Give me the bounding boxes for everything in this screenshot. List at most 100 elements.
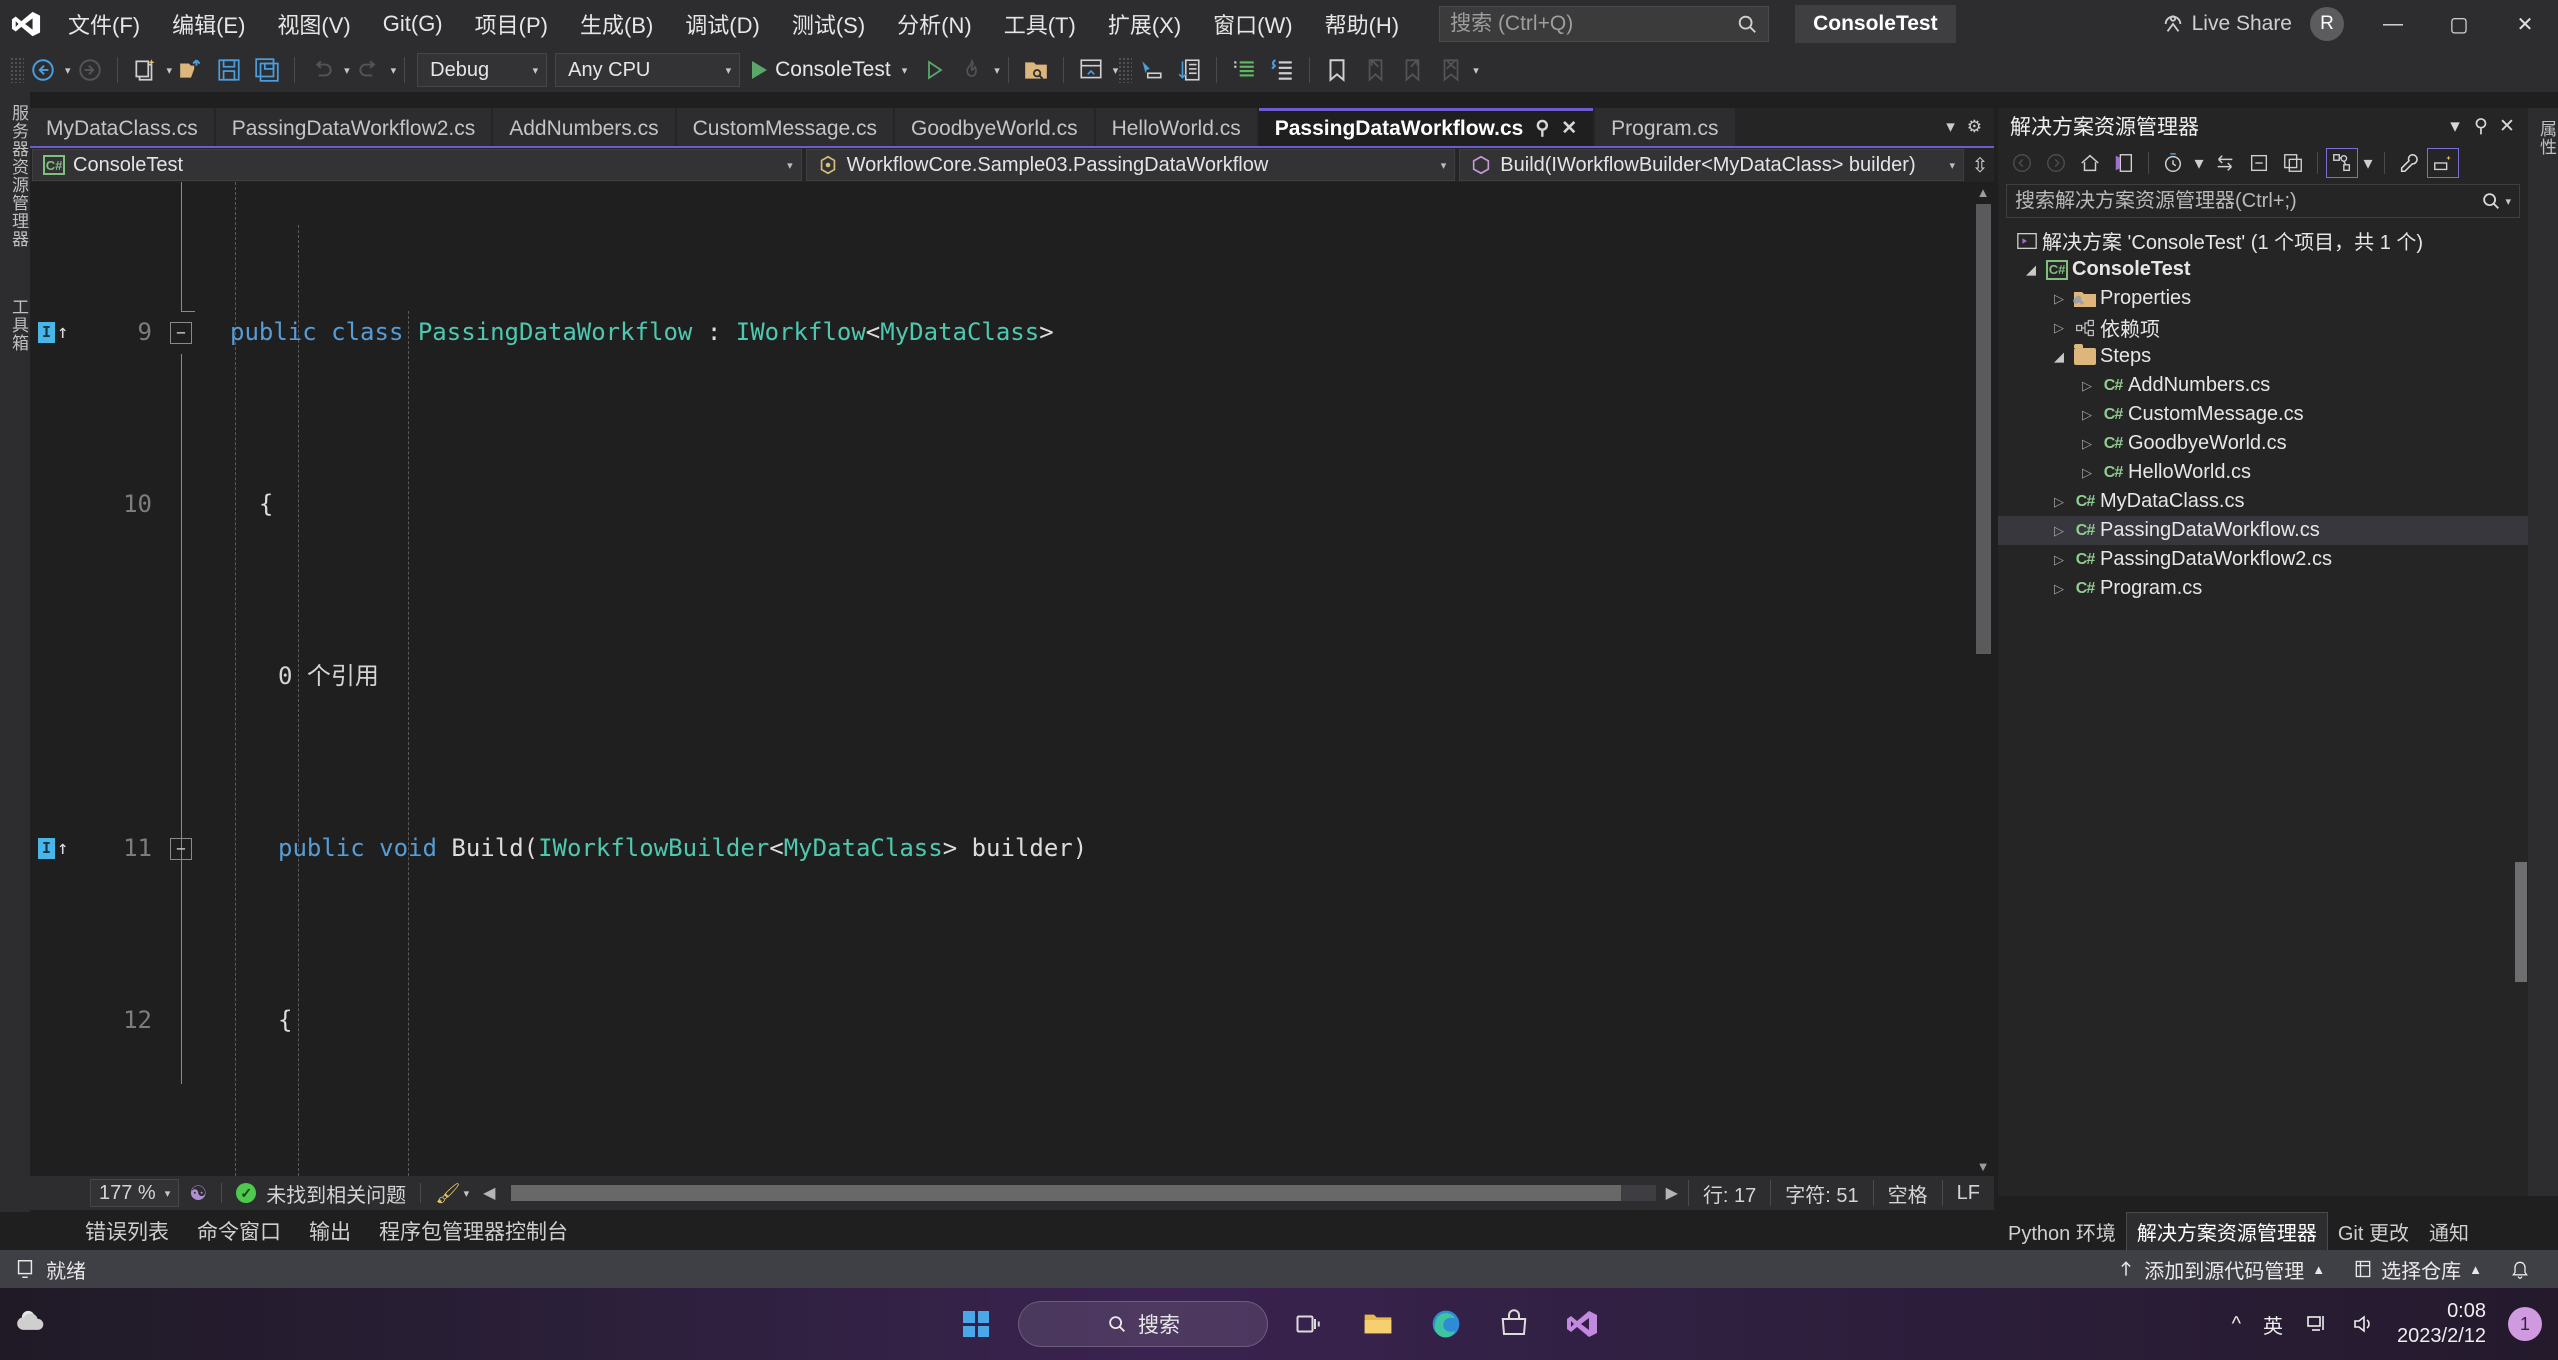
home-icon[interactable] bbox=[2074, 148, 2106, 178]
pin-icon[interactable]: ⚲ bbox=[1535, 117, 1549, 140]
menu-analyze[interactable]: 分析(N) bbox=[881, 0, 988, 48]
windows-start-icon[interactable] bbox=[950, 1298, 1002, 1350]
task-view-icon[interactable] bbox=[1284, 1298, 1336, 1350]
notification-badge[interactable]: 1 bbox=[2508, 1307, 2542, 1341]
panel-tab-output[interactable]: 输出 bbox=[309, 1216, 351, 1246]
tab-mydataclass[interactable]: MyDataClass.cs bbox=[30, 108, 214, 146]
tree-node-addnumbers[interactable]: ▷ C# AddNumbers.cs bbox=[1998, 371, 2528, 400]
tab-passingdataworkflow[interactable]: PassingDataWorkflow.cs ⚲ ✕ bbox=[1259, 108, 1593, 146]
menu-build[interactable]: 生成(B) bbox=[564, 0, 669, 48]
toolbar-overflow-icon[interactable]: ▾ bbox=[1473, 64, 1479, 77]
rail-item-server-explorer[interactable]: 服务器资源管理器 bbox=[0, 92, 31, 248]
menu-test[interactable]: 测试(S) bbox=[776, 0, 881, 48]
code-cleanup-dropdown-icon[interactable]: ▾ bbox=[464, 1187, 470, 1200]
copy-icon[interactable] bbox=[2277, 148, 2309, 178]
chevron-down-icon[interactable]: ▾ bbox=[2442, 113, 2468, 139]
pin-icon[interactable]: ⚲ bbox=[2468, 113, 2494, 139]
live-share-button[interactable]: Live Share bbox=[2144, 12, 2310, 36]
tab-helloworld[interactable]: HelloWorld.cs bbox=[1096, 108, 1257, 146]
weather-widget[interactable] bbox=[14, 1303, 52, 1346]
horizontal-scroll-thumb[interactable] bbox=[511, 1185, 1621, 1201]
scroll-down-icon[interactable]: ▼ bbox=[1975, 1158, 1991, 1174]
bookmark-icon[interactable] bbox=[1320, 53, 1354, 87]
maximize-button[interactable]: ▢ bbox=[2426, 0, 2492, 48]
redo-icon[interactable] bbox=[352, 53, 386, 87]
indentation-indicator[interactable]: 空格 bbox=[1873, 1180, 1942, 1206]
code-cleanup-icon[interactable]: 🖌 bbox=[435, 1181, 460, 1206]
new-project-dropdown-icon[interactable]: ▾ bbox=[167, 64, 173, 77]
hot-reload-icon[interactable] bbox=[955, 53, 989, 87]
expand-twisty-icon[interactable]: ▷ bbox=[2076, 407, 2098, 423]
uncomment-icon[interactable] bbox=[1265, 53, 1299, 87]
menu-project[interactable]: 项目(P) bbox=[459, 0, 564, 48]
tab-list-dropdown-icon[interactable]: ▾ bbox=[1946, 117, 1955, 137]
expand-twisty-icon[interactable]: ▷ bbox=[2048, 291, 2070, 307]
code-editor[interactable]: I↑ 9 − public class PassingDataWorkflow … bbox=[30, 182, 1994, 1176]
menu-help[interactable]: 帮助(H) bbox=[1309, 0, 1416, 48]
solution-explorer-icon[interactable] bbox=[1019, 53, 1053, 87]
menu-window[interactable]: 窗口(W) bbox=[1197, 0, 1308, 48]
expand-twisty-icon[interactable]: ▷ bbox=[2076, 436, 2098, 452]
tree-node-project-consoletest[interactable]: ◢ C# ConsoleTest bbox=[1998, 255, 2528, 284]
new-project-icon[interactable] bbox=[128, 53, 162, 87]
comment-icon[interactable] bbox=[1227, 53, 1261, 87]
editor-vertical-scrollbar[interactable]: ▲ ▼ bbox=[1972, 182, 1994, 1176]
code-lines[interactable]: I↑ 9 − public class PassingDataWorkflow … bbox=[30, 182, 1972, 1176]
tree-node-passingdataworkflow2[interactable]: ▷ C# PassingDataWorkflow2.cs bbox=[1998, 545, 2528, 574]
scroll-left-icon[interactable]: ◀ bbox=[483, 1183, 495, 1203]
editor-horizontal-scrollbar[interactable] bbox=[511, 1185, 1655, 1201]
back-icon[interactable] bbox=[2006, 148, 2038, 178]
toolbox-icon[interactable] bbox=[1134, 53, 1168, 87]
zoom-level-selector[interactable]: 177 % ▾ bbox=[90, 1179, 179, 1207]
properties-icon[interactable] bbox=[2393, 148, 2425, 178]
menu-tools[interactable]: 工具(T) bbox=[988, 0, 1092, 48]
tab-passingdataworkflow2[interactable]: PassingDataWorkflow2.cs bbox=[216, 108, 492, 146]
expand-twisty-icon[interactable]: ▷ bbox=[2048, 552, 2070, 568]
navigate-back-icon[interactable] bbox=[26, 53, 60, 87]
hot-reload-dropdown-icon[interactable]: ▾ bbox=[994, 64, 1000, 77]
navigate-forward-icon[interactable] bbox=[73, 53, 107, 87]
expand-twisty-icon[interactable]: ◢ bbox=[2020, 262, 2042, 278]
code-line[interactable]: 12 { bbox=[30, 999, 1972, 1042]
code-line[interactable]: I↑ 9 − public class PassingDataWorkflow … bbox=[30, 311, 1972, 354]
tree-node-custommessage[interactable]: ▷ C# CustomMessage.cs bbox=[1998, 400, 2528, 429]
notifications-button[interactable] bbox=[2496, 1259, 2544, 1279]
solution-explorer-scrollbar[interactable] bbox=[2514, 222, 2528, 1196]
tree-node-goodbyeworld[interactable]: ▷ C# GoodbyeWorld.cs bbox=[1998, 429, 2528, 458]
dock-tab-notifications[interactable]: 通知 bbox=[2419, 1213, 2479, 1250]
line-ending-indicator[interactable]: LF bbox=[1942, 1180, 1994, 1206]
undo-dropdown-icon[interactable]: ▾ bbox=[344, 64, 350, 77]
pending-changes-icon[interactable] bbox=[2108, 148, 2140, 178]
code-line[interactable]: 10 { bbox=[30, 483, 1972, 526]
expand-twisty-icon[interactable]: ▷ bbox=[2076, 465, 2098, 481]
menu-debug[interactable]: 调试(D) bbox=[669, 0, 776, 48]
visual-studio-icon[interactable] bbox=[1556, 1298, 1608, 1350]
start-dropdown-icon[interactable]: ▾ bbox=[902, 64, 908, 77]
collapse-all-icon[interactable] bbox=[2243, 148, 2275, 178]
show-all-files-icon[interactable] bbox=[2326, 148, 2358, 178]
menu-extensions[interactable]: 扩展(X) bbox=[1092, 0, 1197, 48]
navbar-project-selector[interactable]: C# ConsoleTest ▾ bbox=[32, 149, 802, 181]
expand-twisty-icon[interactable]: ▷ bbox=[2048, 523, 2070, 539]
tab-goodbyeworld[interactable]: GoodbyeWorld.cs bbox=[895, 108, 1094, 146]
expand-twisty-icon[interactable]: ◢ bbox=[2048, 349, 2070, 365]
fold-toggle-icon[interactable]: − bbox=[170, 838, 192, 860]
dock-tab-python-environments[interactable]: Python 环境 bbox=[1998, 1213, 2126, 1250]
microsoft-store-icon[interactable] bbox=[1488, 1298, 1540, 1350]
expand-twisty-icon[interactable]: ▷ bbox=[2048, 494, 2070, 510]
next-bookmark-icon[interactable] bbox=[1396, 53, 1430, 87]
tree-node-mydataclass[interactable]: ▷ C# MyDataClass.cs bbox=[1998, 487, 2528, 516]
show-all-files-dropdown-icon[interactable]: ▾ bbox=[2360, 148, 2376, 178]
tab-custommessage[interactable]: CustomMessage.cs bbox=[677, 108, 893, 146]
open-file-icon[interactable] bbox=[174, 53, 208, 87]
tree-node-helloworld[interactable]: ▷ C# HelloWorld.cs bbox=[1998, 458, 2528, 487]
solution-name-chip[interactable]: ConsoleTest bbox=[1795, 5, 1955, 43]
save-all-icon[interactable] bbox=[250, 53, 284, 87]
platform-combo[interactable]: Any CPU ▾ bbox=[555, 53, 740, 87]
tree-node-passingdataworkflow[interactable]: ▷ C# PassingDataWorkflow.cs bbox=[1998, 516, 2528, 545]
solution-scroll-thumb[interactable] bbox=[2515, 862, 2527, 982]
expand-twisty-icon[interactable]: ▷ bbox=[2048, 320, 2070, 336]
rail-item-properties[interactable]: 属性 bbox=[2528, 108, 2558, 156]
line-indicator[interactable]: 行: 17 bbox=[1688, 1180, 1770, 1206]
panel-tab-package-manager-console[interactable]: 程序包管理器控制台 bbox=[379, 1216, 568, 1246]
